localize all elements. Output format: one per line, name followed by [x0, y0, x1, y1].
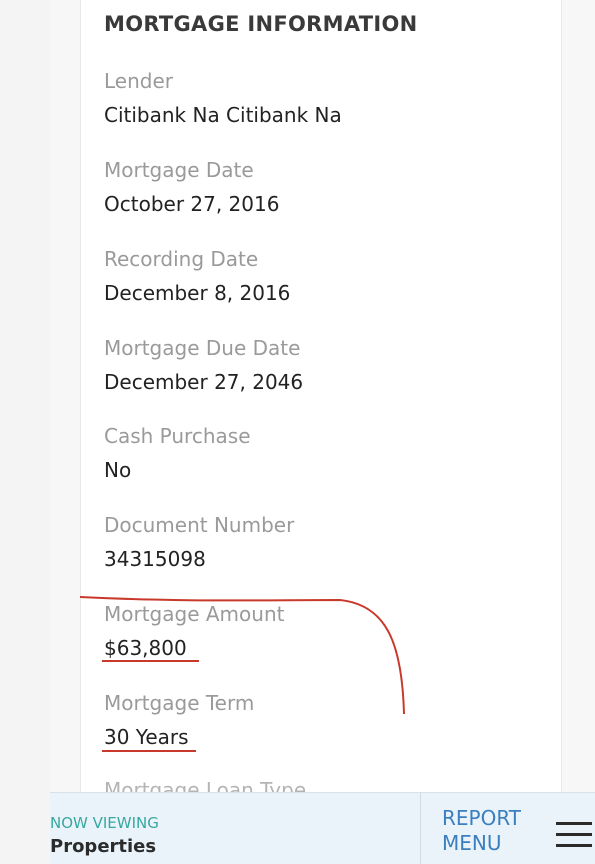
mortgage-term-value: 30 Years: [104, 725, 189, 749]
lender-value: Citibank Na Citibank Na: [104, 103, 342, 127]
mortgage-amount-label: Mortgage Amount: [104, 602, 285, 626]
mortgage-amount-value: $63,800: [104, 636, 187, 660]
now-viewing-label: NOW VIEWING: [50, 814, 159, 832]
cash-purchase-value: No: [104, 458, 132, 482]
lender-label: Lender: [104, 69, 173, 93]
app-screen: MORTGAGE INFORMATION Lender Citibank Na …: [0, 0, 595, 864]
document-number-value: 34315098: [104, 547, 206, 571]
report-menu-line1: REPORT: [442, 806, 521, 830]
recording-date-label: Recording Date: [104, 247, 259, 271]
section-title: MORTGAGE INFORMATION: [104, 12, 418, 36]
recording-date-value: December 8, 2016: [104, 281, 291, 305]
bottom-bar-divider: [420, 792, 421, 864]
hamburger-icon[interactable]: [556, 822, 592, 848]
report-menu-line2: MENU: [442, 831, 502, 855]
mortgage-date-value: October 27, 2016: [104, 192, 280, 216]
mortgage-due-date-value: December 27, 2046: [104, 370, 304, 394]
mortgage-date-label: Mortgage Date: [104, 158, 254, 182]
mortgage-term-label: Mortgage Term: [104, 691, 255, 715]
cash-purchase-label: Cash Purchase: [104, 424, 251, 448]
mortgage-due-date-label: Mortgage Due Date: [104, 336, 301, 360]
mortgage-loan-type-label-partial: Mortgage Loan Type: [104, 778, 307, 792]
document-number-label: Document Number: [104, 513, 295, 537]
report-menu-button[interactable]: REPORT MENU: [442, 806, 537, 856]
current-view-properties[interactable]: Properties: [50, 836, 156, 857]
